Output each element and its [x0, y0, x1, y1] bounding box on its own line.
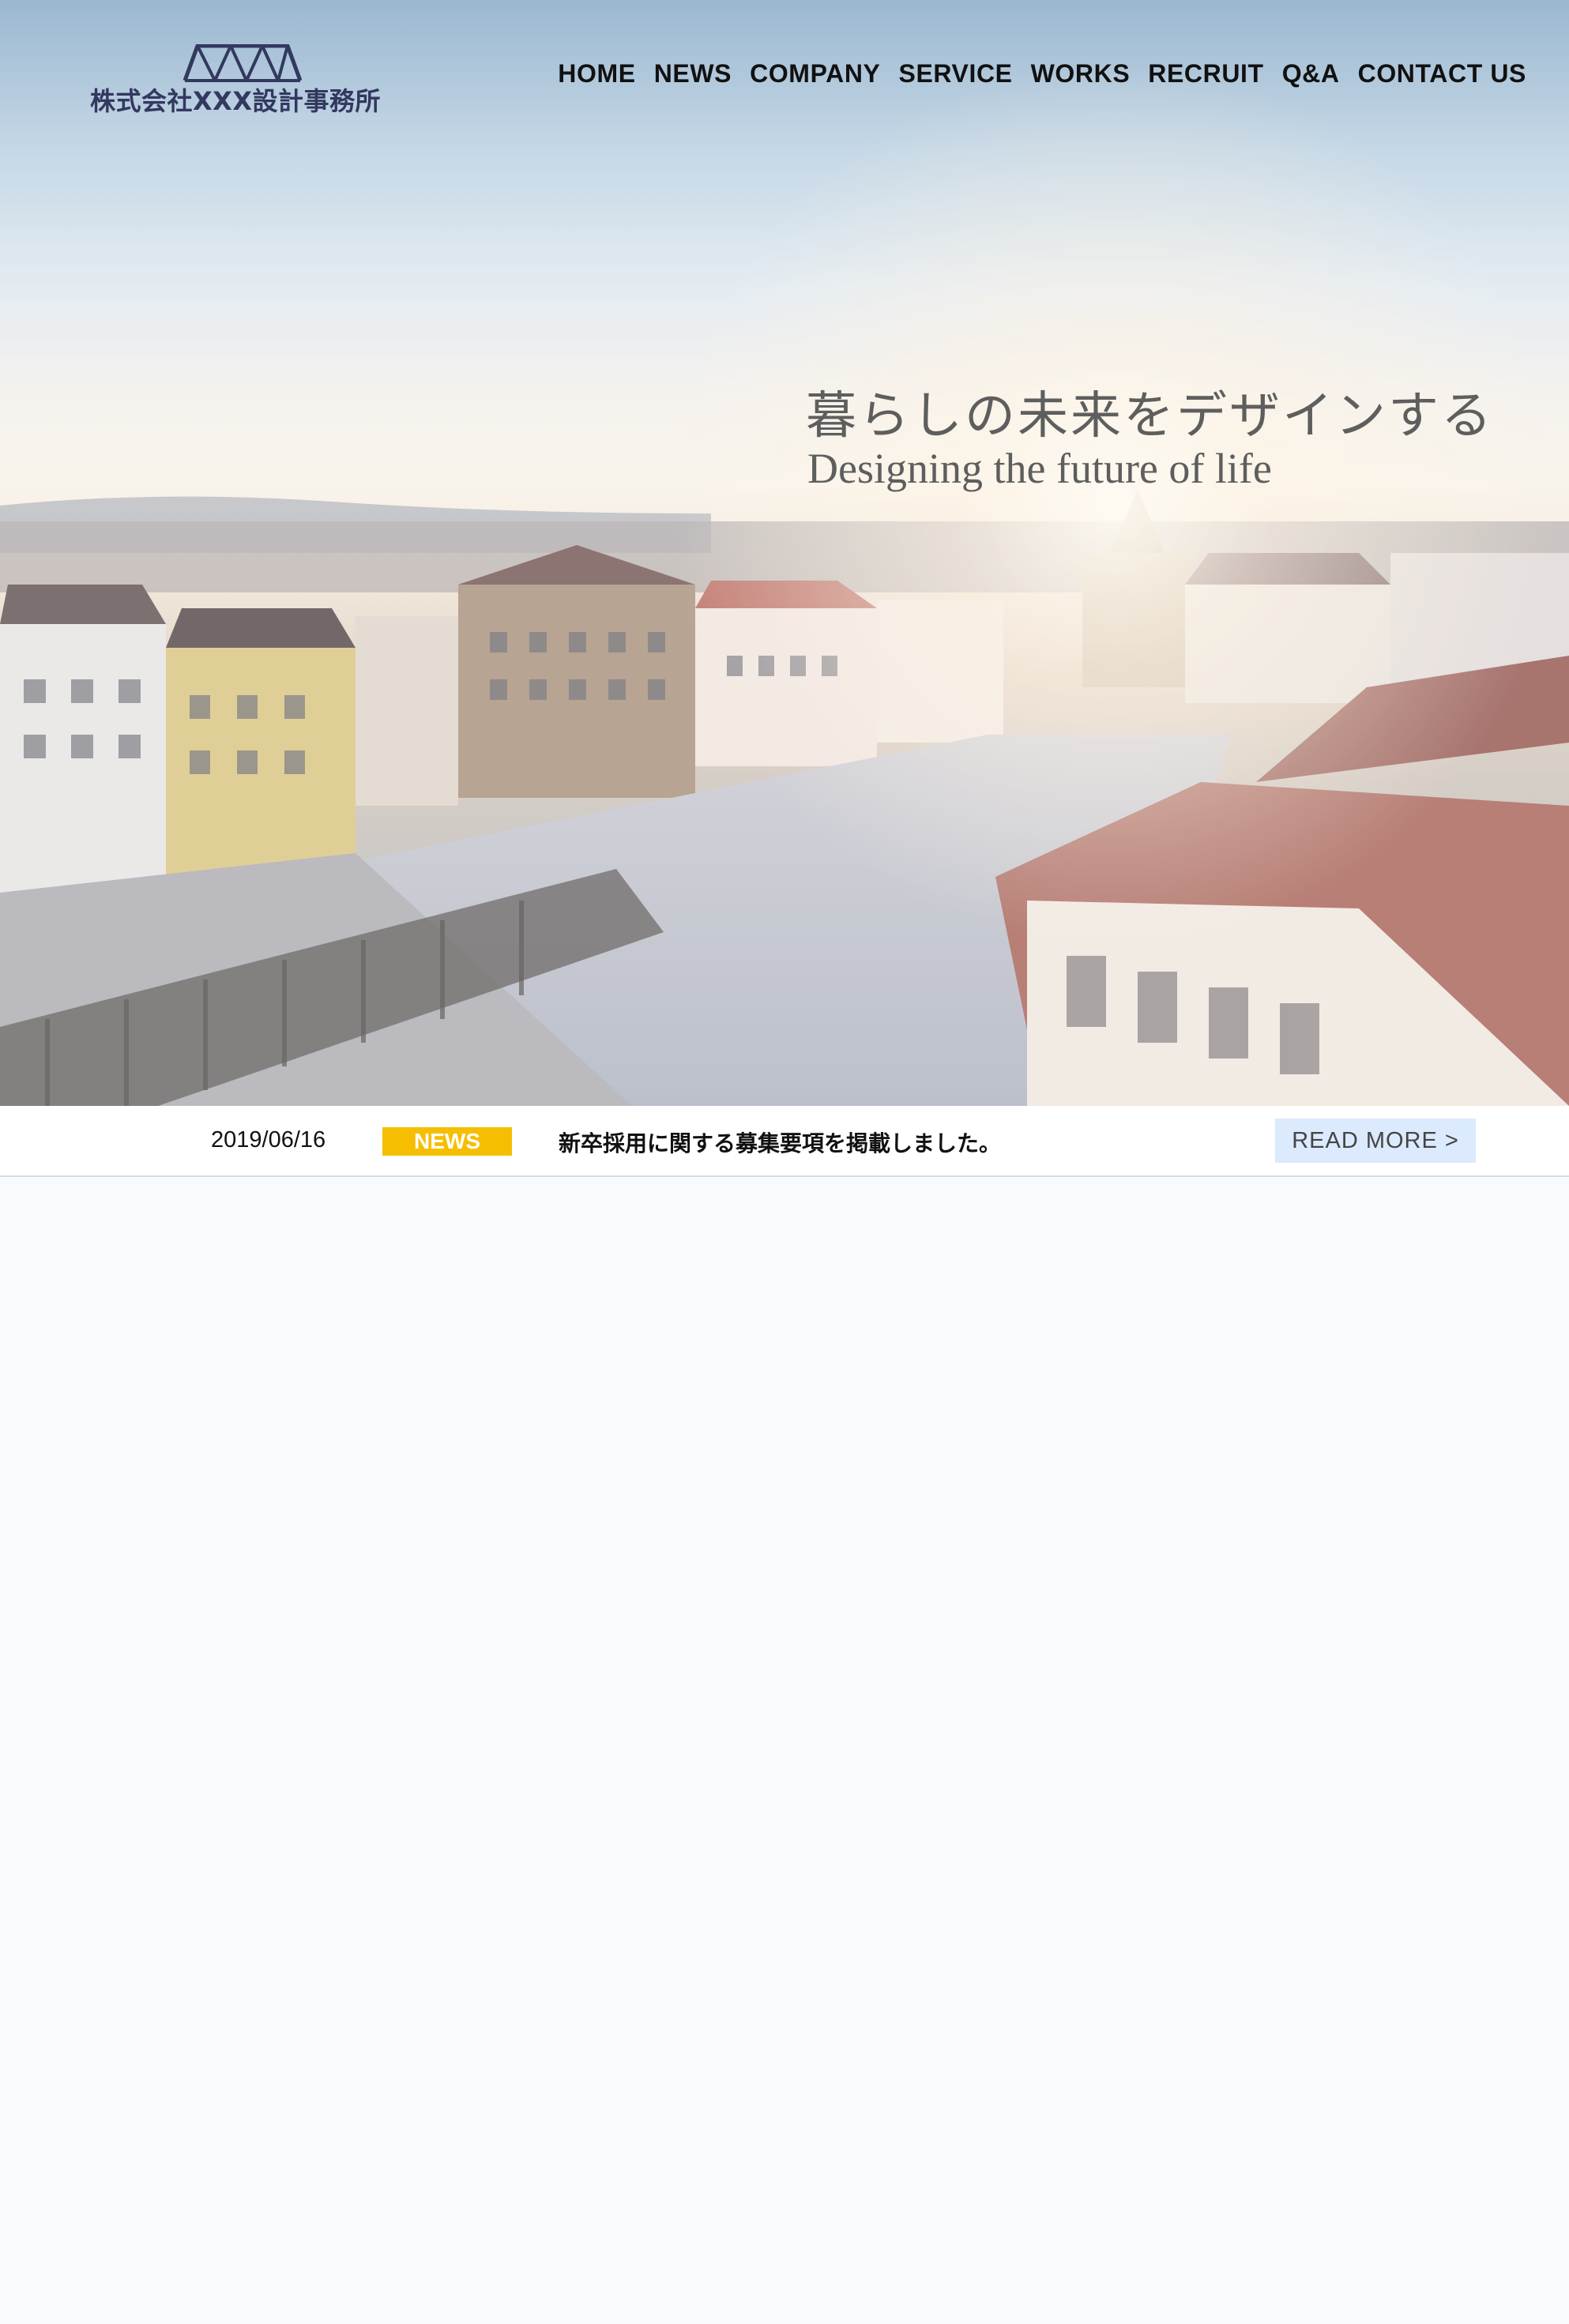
- roof-truss-logo-icon: [183, 44, 302, 82]
- site-logo[interactable]: 株式会社XXX設計事務所: [90, 44, 398, 120]
- nav-contact[interactable]: CONTACT US: [1358, 59, 1526, 88]
- hero-image: [0, 0, 1569, 1106]
- nav-recruit[interactable]: RECRUIT: [1148, 59, 1263, 88]
- main-content: [0, 1177, 1569, 2324]
- read-more-button[interactable]: READ MORE >: [1275, 1119, 1476, 1163]
- nav-company[interactable]: COMPANY: [750, 59, 880, 88]
- company-name: 株式会社XXX設計事務所: [90, 86, 382, 116]
- news-title[interactable]: 新卒採用に関する募集要項を掲載しました。: [559, 1126, 1001, 1158]
- nav-service[interactable]: SERVICE: [899, 59, 1013, 88]
- nav-news[interactable]: NEWS: [654, 59, 732, 88]
- hero-tagline-en: Designing the future of life: [807, 445, 1272, 492]
- nav-home[interactable]: HOME: [558, 59, 635, 88]
- hero-tagline-jp: 暮らしの未来をデザインする: [806, 387, 1494, 446]
- news-bar: 2019/06/16 NEWS 新卒採用に関する募集要項を掲載しました。 REA…: [0, 1106, 1569, 1177]
- main-nav: HOME NEWS COMPANY SERVICE WORKS RECRUIT …: [558, 59, 1526, 88]
- news-date: 2019/06/16: [211, 1127, 326, 1153]
- nav-works[interactable]: WORKS: [1031, 59, 1131, 88]
- nav-qa[interactable]: Q&A: [1282, 59, 1340, 88]
- news-badge: NEWS: [382, 1127, 512, 1156]
- hero-overlay: [0, 0, 1569, 1106]
